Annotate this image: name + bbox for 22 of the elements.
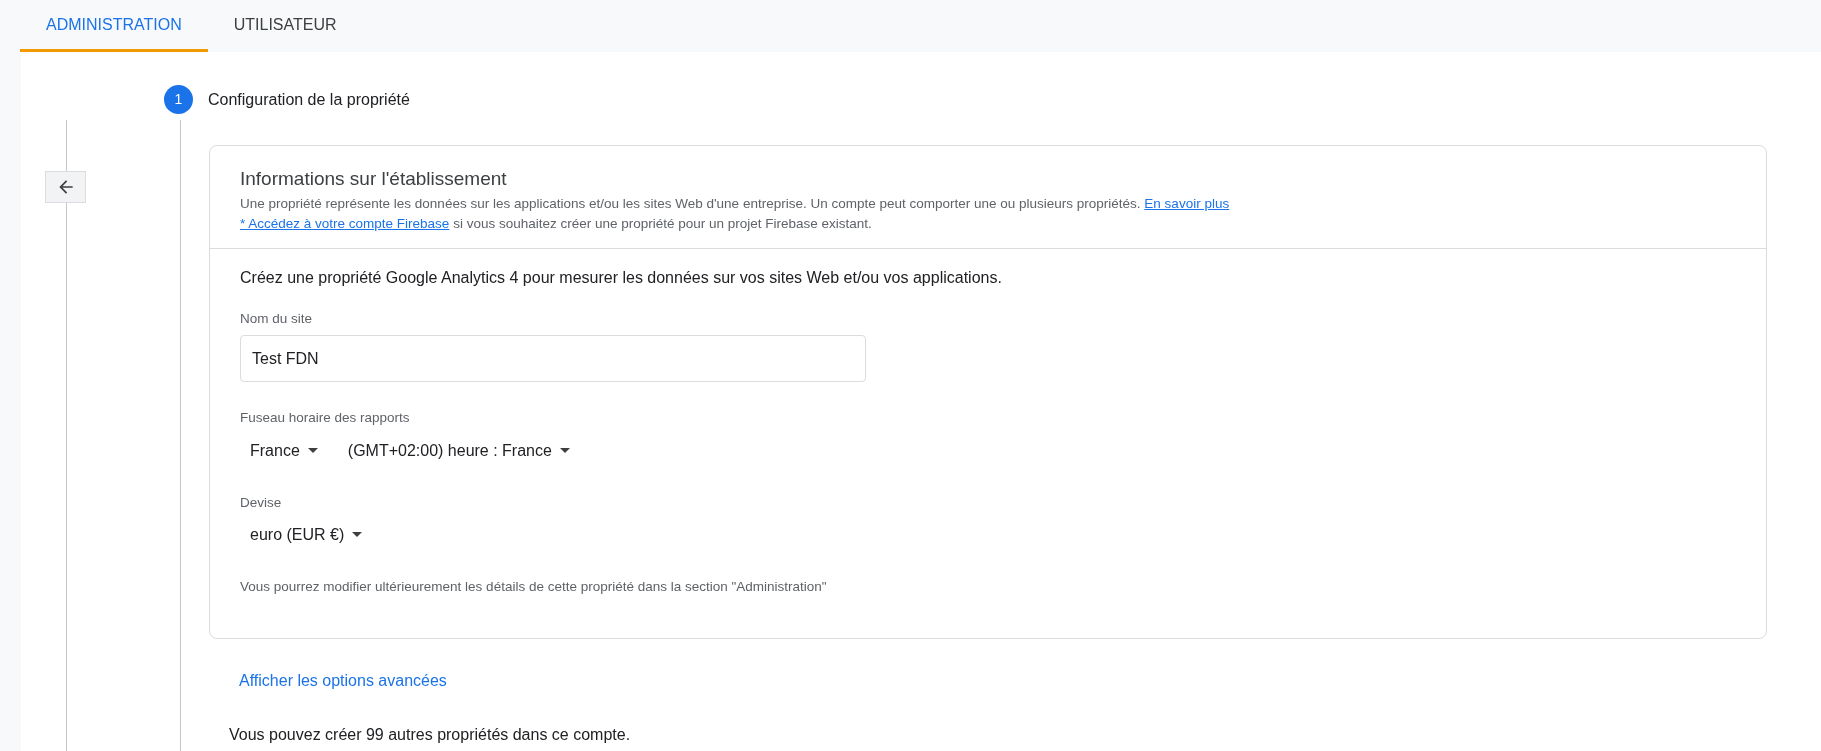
site-name-field[interactable]: Test FDN [240,335,866,383]
step-title: Configuration de la propriété [208,89,410,110]
caret-icon [559,448,570,453]
advanced-options-link[interactable]: Afficher les options avancées [239,669,447,693]
edit-note: Vous pourrez modifier ultérieurement les détails de cette propriété dans la section "Administration" [240,577,828,596]
country-dropdown[interactable]: France [250,438,318,463]
caret-icon [307,448,318,453]
caret-icon [352,532,363,538]
timezone-dropdown[interactable]: (GMT+02:00) heure : France [347,438,570,463]
card-title: Informations sur l'établissement [240,167,508,191]
field-label: Fuseau horaire des rapports [240,409,411,428]
remaining-properties-text: Vous pouvez créer 99 autres propriétés dans ce compte. [229,725,632,745]
step-number: 1 [164,85,193,114]
field-label: Nom du site [240,310,314,328]
learn-more-link[interactable]: En savoir plus [1144,196,1230,211]
tab[interactable]: UTILISATEUR [207,0,363,52]
currency-dropdown[interactable]: euro (EUR €) [250,522,363,547]
field-label: Devise [240,493,283,512]
firebase-link[interactable]: * Accédez à votre compte Firebase [240,216,450,231]
back-button[interactable] [45,171,86,203]
intro-text: Créez une propriété Google Analytics 4 pour mesurer les données sur vos sites Web et/ou vos applications. [240,268,1003,288]
card-description: Une propriété représente les données sur les applications et/ou les sites Web d'une entreprise. Un compte peut comporter une ou plusieurs propriétés. En savoir plus * Accédez à votre compte Firebase si vous souhaitez créer une propriété pour un projet Firebase existant. [240,195,1231,233]
